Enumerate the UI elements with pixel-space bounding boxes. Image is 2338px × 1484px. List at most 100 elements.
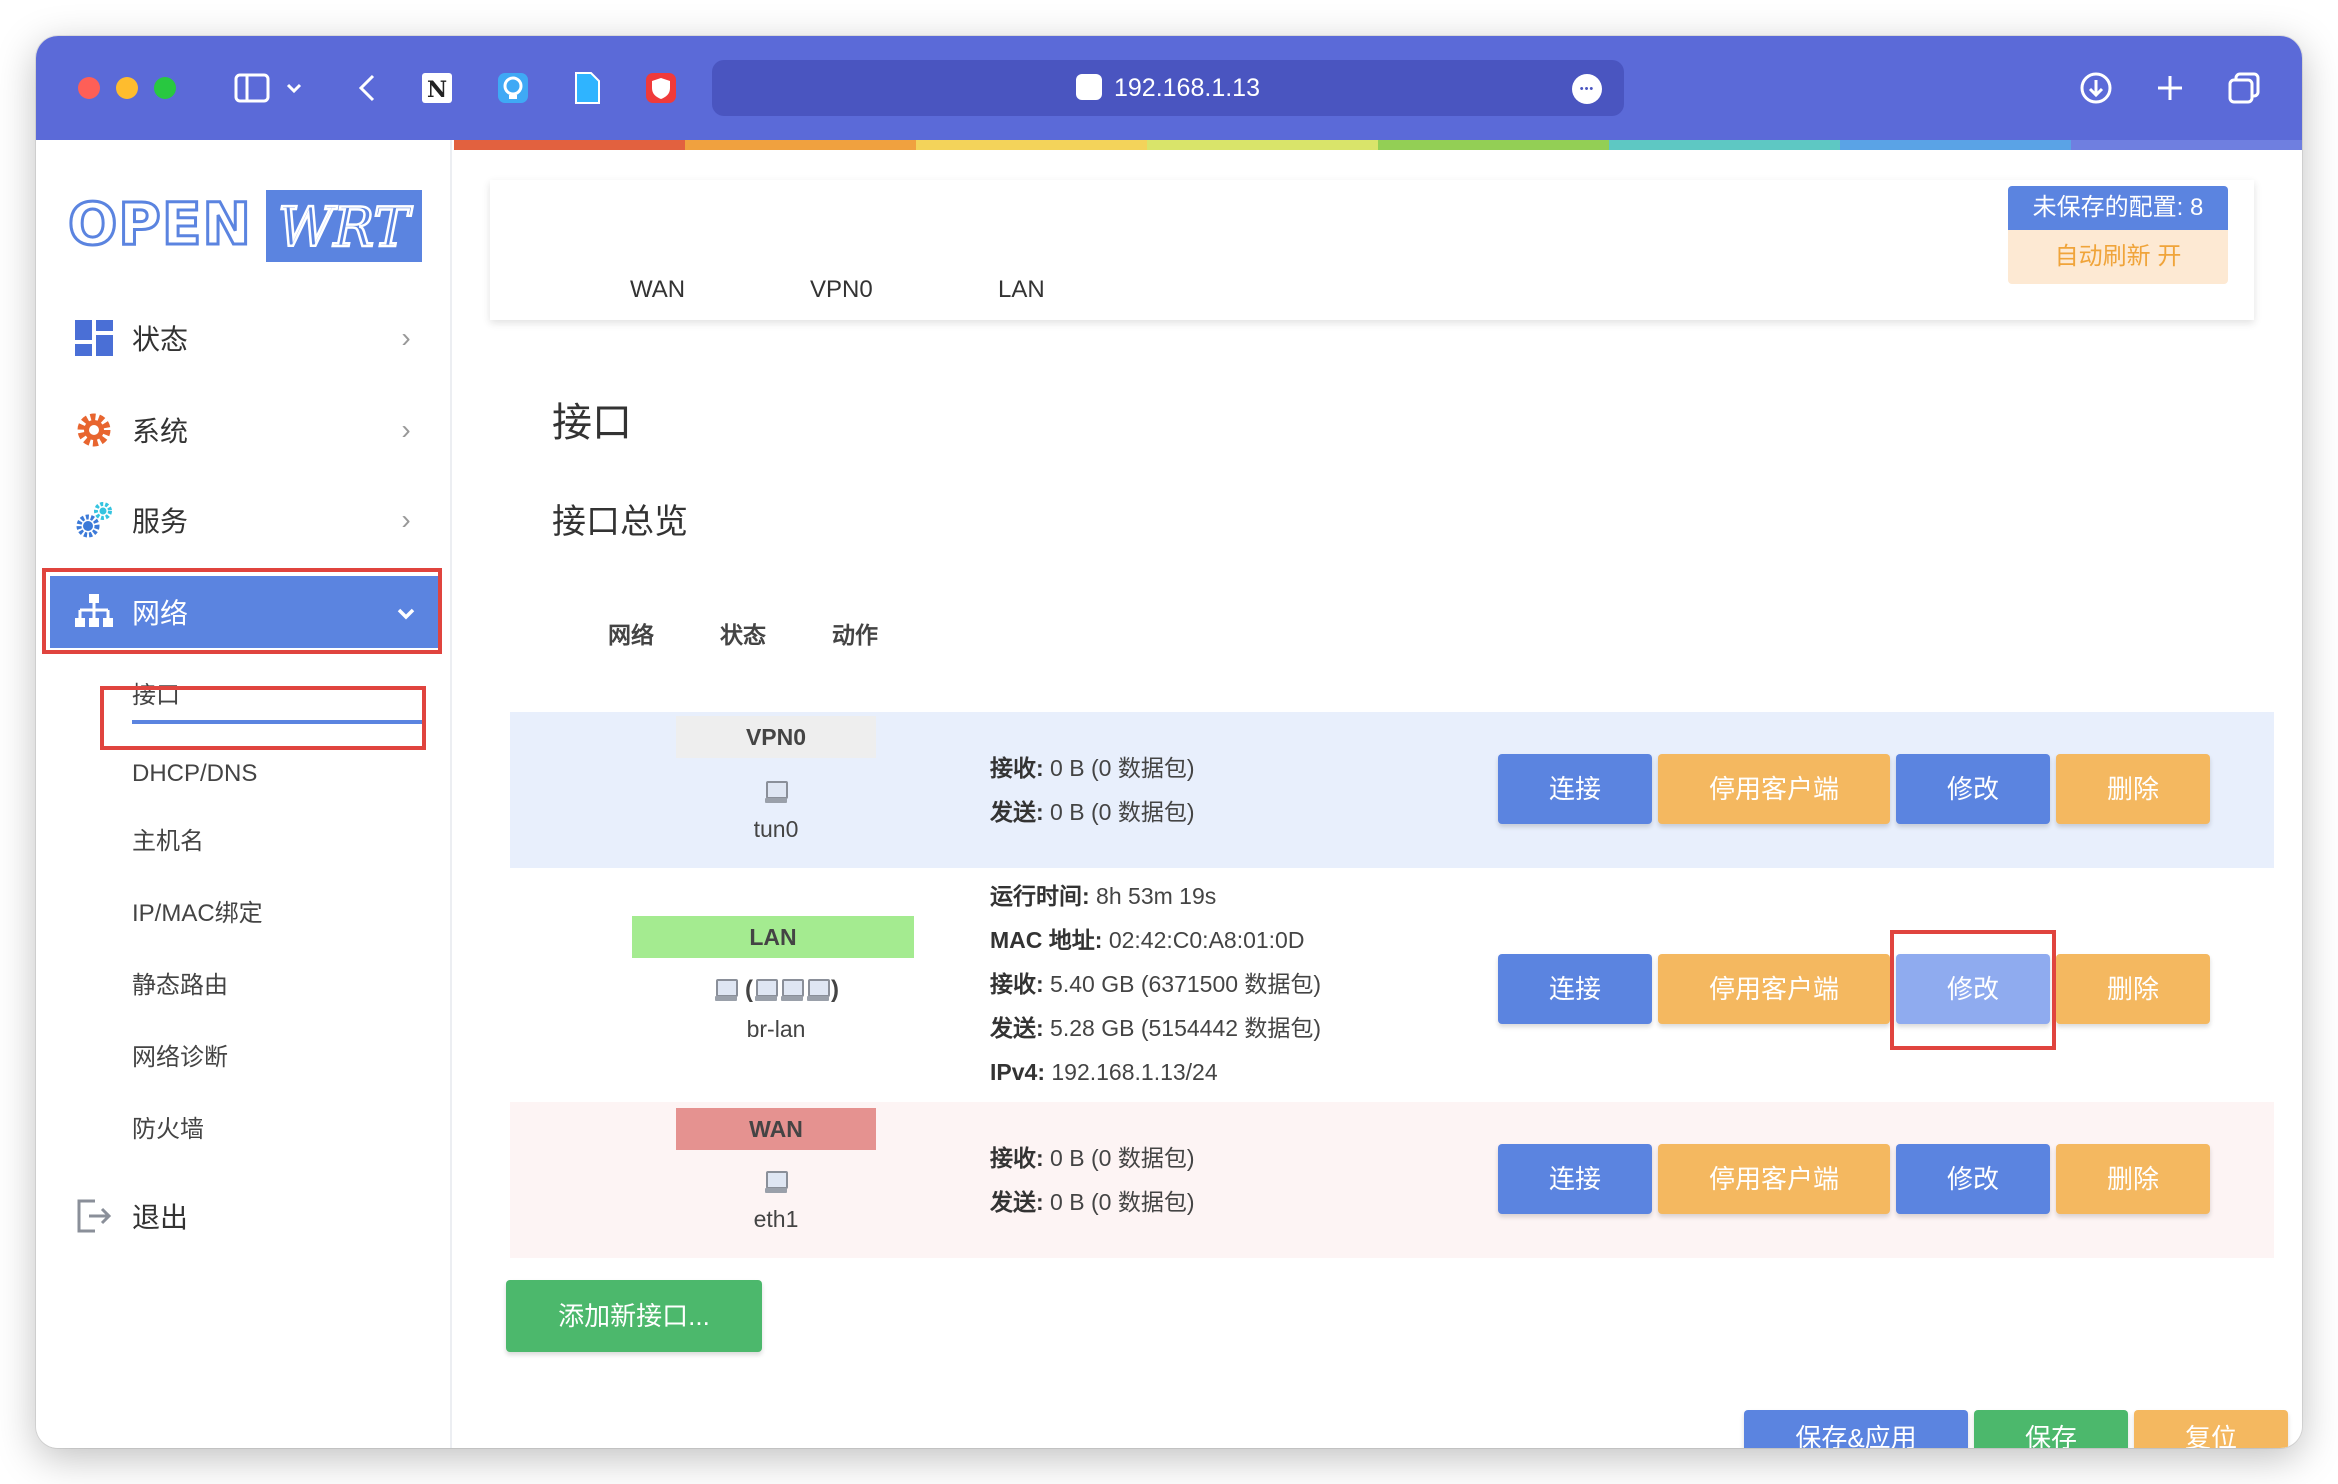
edit-button[interactable]: 修改: [1896, 1144, 2050, 1214]
edit-button-hover[interactable]: 修改: [1896, 954, 2050, 1024]
uptime-line: 运行时间: 8h 53m 19s: [990, 883, 1217, 909]
ipv4-line: IPv4: 192.168.1.13/24: [990, 1059, 1218, 1085]
document-extension-icon[interactable]: [566, 64, 608, 112]
tab-vpn0[interactable]: VPN0: [810, 276, 873, 304]
nav-network[interactable]: 网络: [50, 576, 438, 648]
tx-line: 发送: 0 B (0 数据包): [990, 1189, 1195, 1215]
device-name: tun0: [753, 816, 799, 842]
nav-system[interactable]: 系统 ›: [50, 394, 438, 466]
page-title: 接口: [552, 401, 632, 445]
table-row-lan: LAN ( ) br-lan 运行时间: 8h 53m 19s MAC 地址: …: [510, 878, 2274, 1094]
url-text: 192.168.1.13: [1114, 74, 1260, 102]
rx-line: 接收: 0 B (0 数据包): [990, 1145, 1195, 1171]
nav-logout-label: 退出: [132, 1202, 189, 1233]
main-content: WAN VPN0 LAN 未保存的配置: 8 自动刷新 开 接口 接口总览 网络…: [454, 140, 2302, 1448]
tab-lan[interactable]: LAN: [998, 276, 1045, 304]
chevron-right-icon: ›: [401, 322, 411, 353]
tab-overview-icon[interactable]: [2224, 64, 2264, 112]
title-bar: N 192.168.1.13: [36, 36, 2302, 140]
interface-tag-wan: WAN: [676, 1108, 876, 1150]
connect-button[interactable]: 连接: [1498, 754, 1652, 824]
device-name: eth1: [753, 1206, 799, 1232]
unsaved-changes-badge[interactable]: 未保存的配置: 8: [2008, 186, 2228, 230]
svg-text:N: N: [427, 77, 447, 103]
interface-tabs-card: [490, 180, 2254, 320]
column-network: 网络: [608, 622, 654, 648]
sub-hostnames[interactable]: 主机名: [132, 822, 204, 862]
chevron-down-icon: [386, 596, 426, 628]
chevron-right-icon: ›: [401, 414, 411, 445]
delete-button[interactable]: 删除: [2056, 954, 2210, 1024]
bridge-icon: [713, 977, 739, 1003]
zoom-window-button[interactable]: [154, 77, 176, 99]
rx-line: 接收: 5.40 GB (6371500 数据包): [990, 971, 1322, 997]
connect-button[interactable]: 连接: [1498, 1144, 1652, 1214]
stop-client-button[interactable]: 停用客户端: [1658, 954, 1890, 1024]
gear-icon: [74, 410, 114, 450]
new-tab-icon[interactable]: [2150, 64, 2190, 112]
bridge-devices: ( ): [676, 970, 876, 1010]
reset-button[interactable]: 复位: [2134, 1410, 2288, 1448]
more-options-icon[interactable]: [1572, 74, 1602, 104]
nav-status[interactable]: 状态 ›: [50, 302, 438, 374]
save-button[interactable]: 保存: [1974, 1410, 2128, 1448]
port-icon: [779, 977, 805, 1003]
save-apply-button[interactable]: 保存&应用: [1744, 1410, 1968, 1448]
sub-interfaces[interactable]: 接口: [132, 676, 422, 724]
sub-static-routes[interactable]: 静态路由: [132, 966, 228, 1006]
address-bar[interactable]: 192.168.1.13: [712, 60, 1624, 116]
rx-line: 接收: 0 B (0 数据包): [990, 755, 1195, 781]
tx-line: 发送: 0 B (0 数据包): [990, 799, 1195, 825]
rainbow-bar: [454, 140, 2302, 150]
interface-tag-vpn0: VPN0: [676, 716, 876, 758]
delete-button[interactable]: 删除: [2056, 1144, 2210, 1214]
gears-icon: [74, 500, 114, 540]
chevron-down-icon[interactable]: [282, 64, 306, 112]
device-name: br-lan: [746, 1016, 806, 1042]
sidebar: OPEN WRT 状态 › 系统 › 服务 › 网络 接口 DHCP/DNS 主…: [36, 140, 452, 1448]
download-icon[interactable]: [2076, 64, 2116, 112]
nav-services-label: 服务: [132, 506, 189, 537]
table-row-wan: WAN eth1 接收: 0 B (0 数据包) 发送: 0 B (0 数据包)…: [510, 1102, 2274, 1258]
sub-diagnostics[interactable]: 网络诊断: [132, 1038, 228, 1078]
nav-logout[interactable]: 退出: [50, 1180, 438, 1252]
column-actions: 动作: [832, 622, 878, 648]
auto-refresh-toggle[interactable]: 自动刷新 开: [2008, 230, 2228, 284]
nav-system-label: 系统: [132, 416, 189, 447]
logout-icon: [74, 1196, 114, 1236]
chevron-right-icon: ›: [401, 504, 411, 535]
site-icon: [1076, 74, 1102, 101]
sub-ip-mac-binding[interactable]: IP/MAC绑定: [132, 894, 263, 934]
tab-wan[interactable]: WAN: [630, 276, 685, 304]
section-title: 接口总览: [552, 503, 688, 541]
add-interface-button[interactable]: 添加新接口...: [506, 1280, 762, 1352]
mac-line: MAC 地址: 02:42:C0:A8:01:0D: [990, 927, 1305, 953]
port-icon: [805, 977, 831, 1003]
delete-button[interactable]: 删除: [2056, 754, 2210, 824]
back-icon[interactable]: [352, 64, 382, 112]
port-icon: [753, 977, 779, 1003]
connect-button[interactable]: 连接: [1498, 954, 1652, 1024]
stop-client-button[interactable]: 停用客户端: [1658, 754, 1890, 824]
minimize-window-button[interactable]: [116, 77, 138, 99]
logo-wrt-text: WRT: [278, 196, 413, 259]
close-window-button[interactable]: [78, 77, 100, 99]
sub-dhcp-dns[interactable]: DHCP/DNS: [132, 754, 257, 794]
notion-extension-icon[interactable]: N: [416, 64, 458, 112]
browser-window: N 192.168.1.13 OPEN W: [36, 36, 2302, 1448]
table-row-vpn0: VPN0 tun0 接收: 0 B (0 数据包) 发送: 0 B (0 数据包…: [510, 712, 2274, 868]
column-status: 状态: [720, 622, 766, 648]
stop-client-button[interactable]: 停用客户端: [1658, 1144, 1890, 1214]
interface-stats: 接收: 0 B (0 数据包) 发送: 0 B (0 数据包): [990, 1136, 1194, 1224]
nav-services[interactable]: 服务 ›: [50, 484, 438, 556]
idea-extension-icon[interactable]: [492, 64, 534, 112]
interface-tag-lan: LAN: [632, 916, 914, 958]
nav-network-label: 网络: [132, 598, 189, 629]
shield-extension-icon[interactable]: [640, 64, 682, 112]
openwrt-logo: OPEN WRT: [66, 189, 426, 262]
network-icon: [74, 592, 114, 632]
sidebar-toggle-icon[interactable]: [230, 64, 274, 112]
edit-button[interactable]: 修改: [1896, 754, 2050, 824]
sub-firewall[interactable]: 防火墙: [132, 1110, 204, 1150]
interface-stats: 接收: 0 B (0 数据包) 发送: 0 B (0 数据包): [990, 746, 1194, 834]
